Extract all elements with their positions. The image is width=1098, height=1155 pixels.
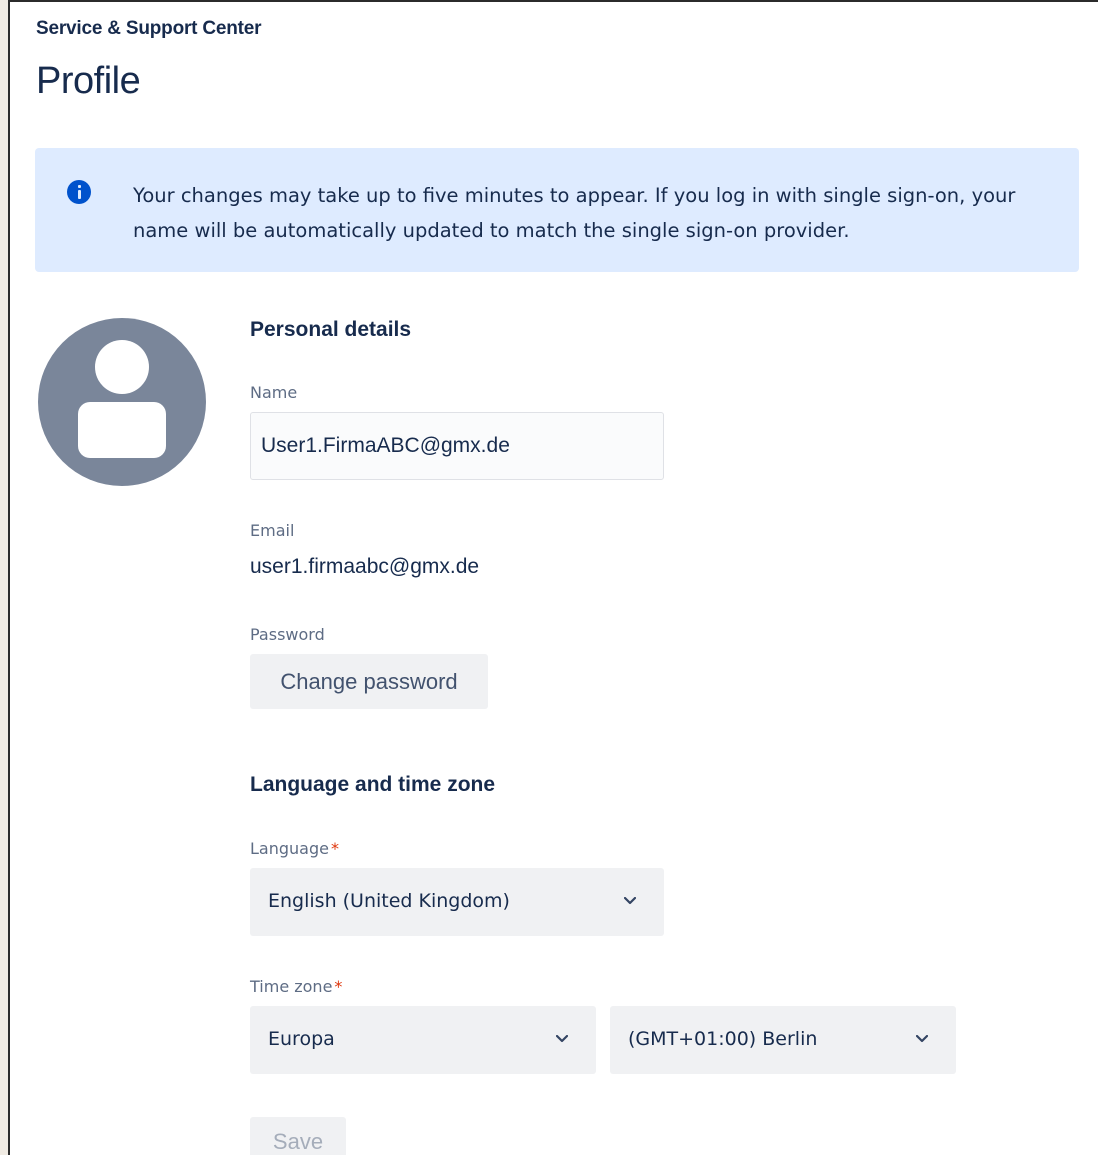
language-select-value: English (United Kingdom) (268, 890, 510, 912)
required-mark: * (330, 839, 339, 858)
info-banner-text: Your changes may take up to five minutes… (133, 184, 1016, 242)
time-zone-label: Time zone * (250, 977, 342, 996)
avatar-body (78, 402, 166, 458)
region-select-value: Europa (268, 1028, 335, 1050)
chevron-down-icon (916, 1035, 928, 1043)
site-title[interactable]: Service & Support Center (36, 18, 262, 40)
time-zone-city-select[interactable]: (GMT+01:00) Berlin (610, 1006, 956, 1074)
city-select-value: (GMT+01:00) Berlin (628, 1028, 818, 1050)
email-label: Email (250, 521, 295, 540)
info-banner: Your changes may take up to five minutes… (35, 148, 1079, 272)
time-zone-label-text: Time zone (250, 977, 333, 996)
avatar-head (95, 340, 149, 394)
language-select[interactable]: English (United Kingdom) (250, 868, 664, 936)
email-value: user1.firmaabc@gmx.de (250, 555, 480, 578)
language-time-zone-heading: Language and time zone (250, 773, 496, 796)
required-mark: * (334, 977, 343, 996)
language-label-text: Language (250, 839, 329, 858)
language-label: Language * (250, 839, 339, 858)
page-title: Profile (36, 60, 141, 102)
user-avatar-icon (38, 318, 206, 486)
name-label: Name (250, 383, 298, 402)
info-icon (67, 180, 91, 204)
chevron-down-icon (624, 897, 636, 905)
personal-details-heading: Personal details (250, 318, 412, 341)
chevron-down-icon (556, 1035, 568, 1043)
password-label: Password (250, 625, 325, 644)
profile-page: Service & Support Center Profile Your ch… (8, 0, 1098, 1155)
save-button[interactable]: Save (250, 1117, 346, 1155)
time-zone-region-select[interactable]: Europa (250, 1006, 596, 1074)
name-field[interactable] (250, 412, 664, 480)
change-password-button[interactable]: Change password (250, 654, 488, 709)
